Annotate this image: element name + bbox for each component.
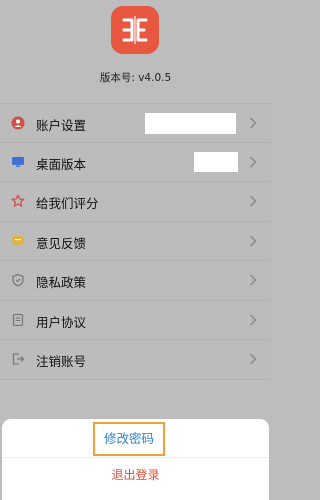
monitor-icon: [12, 156, 24, 167]
row-label: 意见反馈: [36, 235, 87, 251]
row-privacy-policy[interactable]: 隐私政策: [0, 261, 271, 301]
sheet-divider: [2, 457, 269, 458]
row-user-agreement[interactable]: 用户协议: [0, 300, 271, 340]
chevron-right-icon: [249, 353, 257, 365]
redacted-account: [145, 113, 236, 134]
row-delete-account[interactable]: 注销账号: [0, 340, 271, 380]
feedback-icon: [12, 235, 24, 247]
app-logo: [111, 6, 159, 54]
row-desktop-version[interactable]: 桌面版本: [0, 142, 271, 182]
row-label: 注销账号: [36, 354, 87, 369]
chevron-right-icon: [249, 117, 257, 129]
row-label: 隐私政策: [36, 275, 87, 290]
shield-icon: [12, 273, 24, 287]
row-label: 给我们评分: [36, 196, 99, 211]
redacted-desktop: [194, 151, 238, 172]
row-account-settings[interactable]: 账户设置: [0, 103, 271, 143]
star-icon: [11, 194, 25, 207]
user-icon: [11, 116, 25, 130]
version-text: 版本号: v4.0.5: [99, 72, 172, 84]
chevron-right-icon: [249, 313, 257, 326]
chevron-right-icon: [249, 195, 257, 207]
chevron-right-icon: [249, 274, 257, 286]
row-label: 桌面版本: [36, 156, 87, 172]
logout-button[interactable]: 退出登录: [0, 466, 271, 483]
settings-list: 账户设置 桌面版本 给我们评分 意见反馈 隐私政策 用户协议 注销账号: [0, 103, 271, 380]
chevron-right-icon: [249, 155, 257, 168]
logout-icon: [12, 353, 25, 365]
change-password-button[interactable]: 修改密码: [93, 422, 165, 456]
row-feedback[interactable]: 意见反馈: [0, 221, 271, 261]
document-icon: [12, 313, 24, 326]
row-rate-us[interactable]: 给我们评分: [0, 182, 271, 222]
app-header: 版本号: v4.0.5: [0, 0, 271, 92]
chevron-right-icon: [249, 234, 257, 247]
row-label: 账户设置: [36, 118, 87, 133]
row-label: 用户协议: [36, 314, 87, 330]
